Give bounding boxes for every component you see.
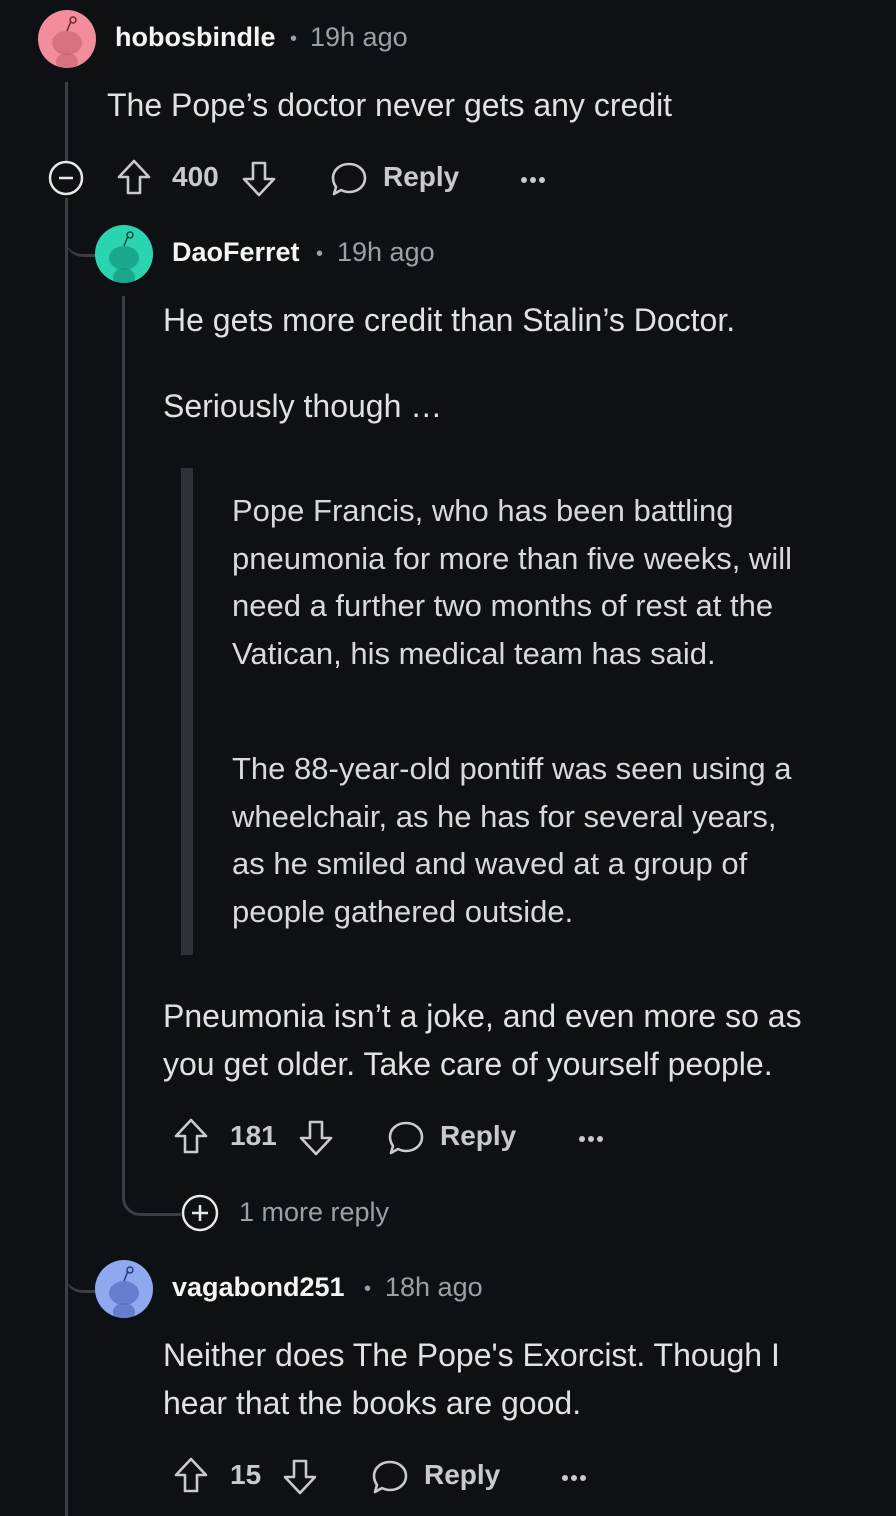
vote-count: 181 — [230, 1120, 277, 1151]
snoo-avatar-icon — [109, 1266, 139, 1318]
separator-dot: • — [316, 243, 324, 265]
comment-body-line: Seriously though … — [163, 388, 443, 424]
downvote-icon[interactable] — [282, 1458, 318, 1501]
reply-button[interactable]: Reply — [383, 161, 459, 193]
comment-author[interactable]: DaoFerret — [172, 237, 300, 268]
reply-chat-icon[interactable] — [330, 160, 368, 203]
comment-timestamp: 19h ago — [337, 237, 435, 267]
vote-count: 15 — [230, 1459, 262, 1490]
downvote-icon[interactable] — [298, 1119, 334, 1162]
comment-body-line: He gets more credit than Stalin’s Doctor… — [163, 302, 736, 338]
thread-line-root-lower — [65, 198, 68, 1516]
snoo-avatar-icon — [109, 231, 139, 283]
upvote-icon[interactable] — [173, 1456, 209, 1499]
avatar[interactable] — [95, 225, 153, 283]
snoo-avatar-icon — [52, 16, 82, 68]
blockquote-paragraph: Pope Francis, who has been battling pneu… — [232, 493, 792, 671]
expand-replies-icon[interactable] — [181, 1194, 219, 1237]
more-replies-link[interactable]: 1 more reply — [239, 1197, 389, 1228]
comment-body: The Pope’s doctor never gets any credit — [107, 87, 673, 123]
reply-chat-icon[interactable] — [387, 1119, 425, 1162]
more-options-icon[interactable] — [520, 172, 546, 190]
comment-timestamp: 19h ago — [310, 22, 408, 52]
comment-body-line: Pneumonia isn’t a joke, and even more so… — [163, 998, 802, 1082]
comment-author[interactable]: vagabond251 — [172, 1272, 345, 1303]
avatar[interactable] — [95, 1260, 153, 1318]
separator-dot: • — [290, 28, 298, 50]
comment-timestamp: 18h ago — [385, 1272, 483, 1302]
blockquote-paragraph: The 88-year-old pontiff was seen using a… — [232, 751, 792, 929]
separator-dot: • — [364, 1278, 372, 1300]
reply-button[interactable]: Reply — [440, 1120, 516, 1152]
upvote-icon[interactable] — [116, 158, 152, 201]
downvote-icon[interactable] — [241, 160, 277, 203]
comment-author[interactable]: hobosbindle — [115, 22, 275, 53]
thread-line-daoferret — [122, 296, 125, 1192]
thread-elbow-vagabond — [65, 1258, 97, 1293]
thread-elbow-more-replies — [122, 1180, 181, 1216]
reply-chat-icon[interactable] — [371, 1458, 409, 1501]
comment-body: Neither does The Pope's Exorcist. Though… — [163, 1337, 780, 1421]
blockquote-bar — [181, 468, 193, 955]
more-options-icon[interactable] — [578, 1131, 604, 1149]
vote-count: 400 — [172, 161, 219, 192]
thread-elbow-daoferret — [65, 222, 97, 257]
collapse-thread-icon[interactable] — [48, 160, 84, 201]
upvote-icon[interactable] — [173, 1117, 209, 1160]
thread-line-root — [65, 82, 68, 162]
reply-button[interactable]: Reply — [424, 1459, 500, 1491]
more-options-icon[interactable] — [561, 1470, 587, 1488]
avatar[interactable] — [38, 10, 96, 68]
